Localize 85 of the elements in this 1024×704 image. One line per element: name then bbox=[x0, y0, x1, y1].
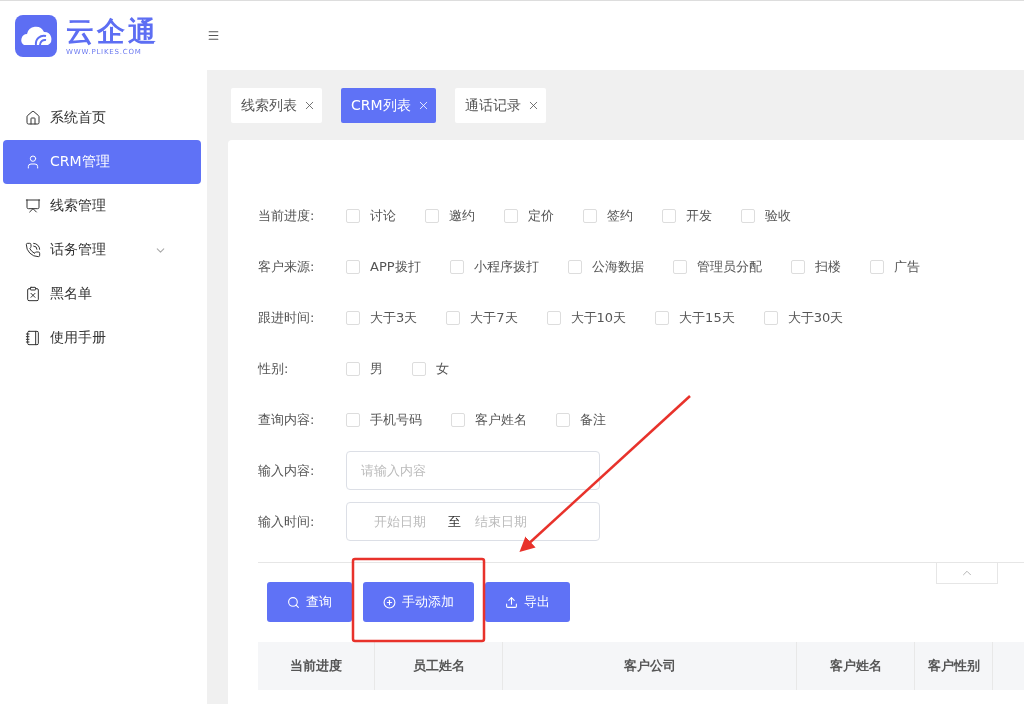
checkbox[interactable] bbox=[672, 259, 687, 274]
upload-icon bbox=[505, 595, 518, 609]
checkbox[interactable] bbox=[790, 259, 805, 274]
sidebar-item[interactable]: 使用手册 bbox=[3, 316, 201, 360]
checkbox-option[interactable]: 广告 bbox=[869, 257, 920, 276]
filter-label: 跟进时间: bbox=[258, 308, 316, 327]
checkbox[interactable] bbox=[662, 208, 676, 223]
search-icon bbox=[287, 595, 300, 609]
action-button[interactable]: 手动添加 bbox=[363, 582, 474, 622]
checkbox[interactable] bbox=[346, 310, 360, 325]
tab[interactable]: 线索列表 bbox=[231, 88, 322, 123]
checkbox-option[interactable]: 讨论 bbox=[346, 206, 396, 225]
collapse-toggle[interactable] bbox=[936, 563, 998, 584]
checkbox-option[interactable]: 签约 bbox=[583, 206, 633, 225]
phone-icon bbox=[25, 242, 41, 258]
checkbox[interactable] bbox=[763, 310, 778, 325]
checkbox[interactable] bbox=[346, 208, 360, 223]
checkbox-option[interactable]: 公海数据 bbox=[567, 257, 644, 276]
checkbox-option[interactable]: 手机号码 bbox=[346, 410, 422, 429]
checkbox-option[interactable]: 客户姓名 bbox=[451, 410, 527, 429]
checkbox-option[interactable]: 大于30天 bbox=[763, 308, 844, 327]
checkbox[interactable] bbox=[346, 361, 360, 376]
action-button[interactable]: 导出 bbox=[485, 582, 570, 622]
sidebar-item[interactable]: 黑名单 bbox=[3, 272, 201, 316]
menu-icon[interactable] bbox=[207, 29, 220, 42]
checkbox[interactable] bbox=[412, 361, 426, 376]
checkbox[interactable] bbox=[741, 208, 755, 223]
logo-name: 云企通 bbox=[66, 15, 159, 48]
filter-label: 性别: bbox=[258, 359, 290, 378]
checkbox-option[interactable]: 小程序拨打 bbox=[449, 257, 539, 276]
sidebar-item[interactable]: 线索管理 bbox=[3, 184, 201, 228]
checkbox[interactable] bbox=[869, 259, 884, 274]
sidebar-item[interactable]: 话务管理 bbox=[3, 228, 201, 272]
checkbox-option[interactable]: 大于3天 bbox=[346, 308, 418, 327]
checkbox[interactable] bbox=[567, 259, 582, 274]
chart-board-icon bbox=[25, 198, 41, 214]
checkbox-option[interactable]: 管理员分配 bbox=[672, 257, 762, 276]
checkbox-option[interactable]: 大于15天 bbox=[655, 308, 735, 327]
checkbox-option[interactable]: APP拨打 bbox=[346, 257, 421, 276]
checkbox[interactable] bbox=[655, 310, 670, 325]
close-icon[interactable] bbox=[303, 99, 316, 112]
home-icon bbox=[25, 110, 41, 126]
checkbox[interactable] bbox=[449, 259, 464, 274]
checkbox-option[interactable]: 扫楼 bbox=[790, 257, 841, 276]
checkbox[interactable] bbox=[425, 208, 439, 223]
checkbox[interactable] bbox=[583, 208, 597, 223]
user-icon bbox=[25, 154, 41, 170]
column-header: 客户性别 bbox=[915, 642, 993, 690]
checkbox[interactable] bbox=[346, 412, 360, 427]
checkbox[interactable] bbox=[546, 310, 561, 325]
checkbox[interactable] bbox=[451, 412, 465, 427]
checkbox-option[interactable]: 邀约 bbox=[425, 206, 475, 225]
column-header: 员工姓名 bbox=[375, 642, 503, 690]
date-range-field[interactable]: 开始日期 至 结束日期 bbox=[346, 502, 600, 541]
column-header: 当前进度 bbox=[258, 642, 375, 690]
column-header: 客户公司 bbox=[503, 642, 797, 690]
checkbox-option[interactable]: 大于10天 bbox=[546, 308, 627, 327]
clipboard-x-icon bbox=[25, 286, 41, 302]
plus-circle-icon bbox=[383, 595, 396, 609]
filter-label: 查询内容: bbox=[258, 410, 316, 429]
checkbox-option[interactable]: 女 bbox=[412, 359, 449, 378]
sidebar-item[interactable]: CRM管理 bbox=[3, 140, 201, 184]
column-header: 客户姓名 bbox=[797, 642, 915, 690]
filter-label: 输入时间: bbox=[258, 512, 316, 531]
filter-label: 当前进度: bbox=[258, 206, 316, 225]
checkbox[interactable] bbox=[346, 259, 360, 274]
checkbox[interactable] bbox=[556, 412, 570, 427]
checkbox[interactable] bbox=[446, 310, 461, 325]
checkbox-option[interactable]: 大于7天 bbox=[446, 308, 518, 327]
filter-label: 输入内容: bbox=[258, 461, 316, 480]
checkbox-option[interactable]: 男 bbox=[346, 359, 383, 378]
tab[interactable]: CRM列表 bbox=[341, 88, 436, 123]
tab[interactable]: 通话记录 bbox=[454, 88, 546, 123]
checkbox-option[interactable]: 验收 bbox=[741, 206, 791, 225]
checkbox[interactable] bbox=[504, 208, 518, 223]
checkbox-option[interactable]: 定价 bbox=[504, 206, 554, 225]
range-separator: 至 bbox=[448, 512, 461, 531]
sidebar-item[interactable]: 系统首页 bbox=[3, 96, 201, 140]
notebook-icon bbox=[25, 330, 41, 346]
checkbox-option[interactable]: 开发 bbox=[662, 206, 712, 225]
filter-label: 客户来源: bbox=[258, 257, 316, 276]
checkbox-option[interactable]: 备注 bbox=[556, 410, 606, 429]
action-button[interactable]: 查询 bbox=[267, 582, 352, 622]
cloud-logo-icon bbox=[15, 14, 57, 57]
content-input-field[interactable]: 请输入内容 bbox=[346, 451, 600, 490]
